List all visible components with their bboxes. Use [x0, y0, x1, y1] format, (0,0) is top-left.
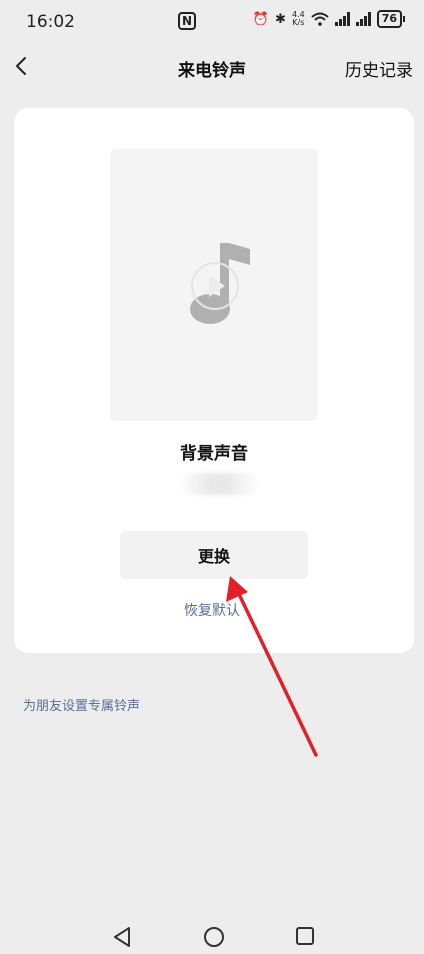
ringtone-cover[interactable] [110, 149, 318, 421]
signal-icon-2 [355, 12, 371, 26]
ringtone-name: 背景声音 [180, 444, 248, 464]
history-button[interactable]: 历史记录 [345, 56, 413, 81]
nfc-icon: N [178, 12, 196, 30]
bluetooth-icon: ✱ [275, 11, 286, 27]
nav-bar: 来电铃声 历史记录 [0, 46, 424, 90]
status-bar: 16:02 N ⏰ ✱ 4.4 K/s 76 [0, 0, 424, 44]
music-note-play-icon[interactable] [180, 239, 250, 329]
change-button[interactable]: 更换 [120, 531, 308, 579]
back-triangle-icon[interactable] [112, 926, 132, 948]
recents-square-icon[interactable] [295, 926, 315, 946]
status-time: 16:02 [26, 12, 75, 32]
net-speed-unit: K/s [292, 18, 305, 27]
status-icons: ⏰ ✱ 4.4 K/s 76 [252, 10, 406, 28]
net-speed: 4.4 K/s [292, 11, 305, 27]
battery-icon: 76 [376, 10, 406, 28]
restore-default-link[interactable]: 恢复默认 [184, 600, 240, 620]
ringtone-card: 背景声音 更换 恢复默认 [14, 108, 414, 653]
friend-ringtone-link[interactable]: 为朋友设置专属铃声 [23, 695, 140, 714]
home-circle-icon[interactable] [203, 926, 225, 948]
system-nav-bar [0, 918, 424, 954]
wifi-icon [311, 12, 329, 26]
ringtone-subtitle-blurred [179, 473, 259, 495]
signal-icon [334, 12, 350, 26]
alarm-icon: ⏰ [252, 11, 270, 27]
